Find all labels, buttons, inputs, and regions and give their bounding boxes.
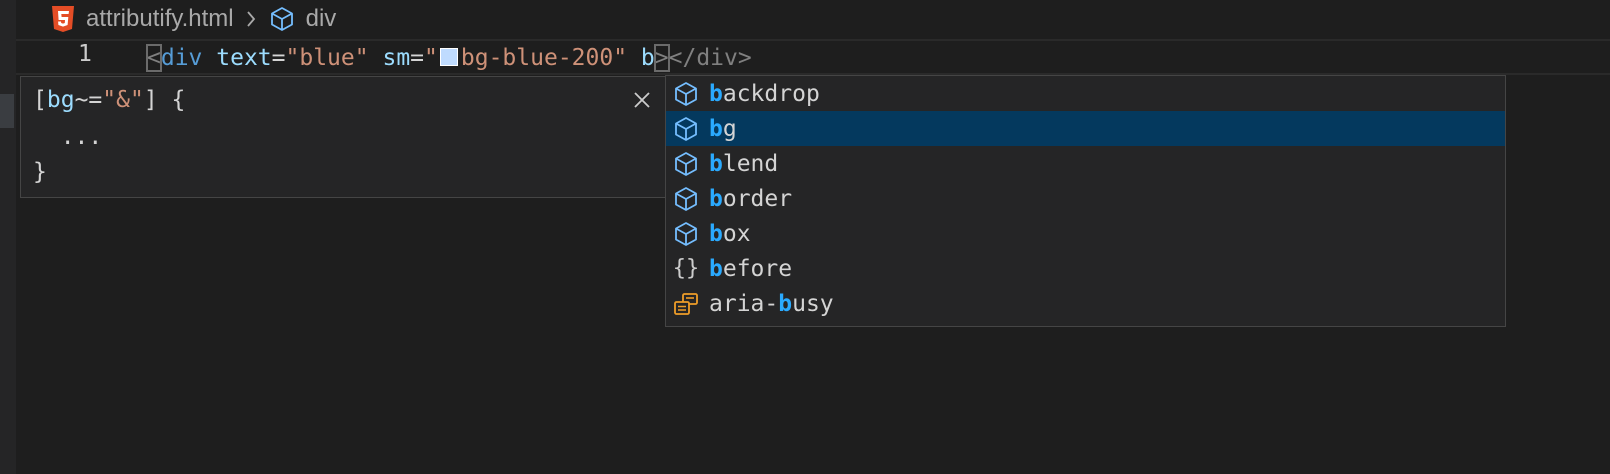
- suggestion-item-box[interactable]: box: [666, 216, 1505, 251]
- suggestion-label: before: [709, 256, 792, 282]
- details-line-1: [bg~="&"] {: [33, 87, 185, 113]
- html5-icon: [52, 6, 74, 32]
- details-attr: bg: [46, 87, 75, 113]
- suggestion-match: b: [709, 220, 723, 247]
- suggestion-item-bg[interactable]: bg: [666, 111, 1505, 146]
- typed-text: b: [640, 45, 655, 71]
- suggestion-rest: lend: [722, 150, 779, 177]
- cube-icon: [672, 220, 700, 248]
- suggestion-label: backdrop: [709, 81, 820, 107]
- details-operator: ~=: [74, 87, 103, 113]
- suggestion-rest: usy: [792, 290, 834, 317]
- equals: =: [271, 45, 286, 71]
- details-value: "&": [102, 87, 144, 113]
- braces-icon: {}: [672, 256, 700, 281]
- suggestion-match: b: [778, 290, 793, 317]
- suggestion-rest: ackdrop: [722, 80, 820, 107]
- activity-strip: [0, 0, 16, 474]
- suggestion-item-blend[interactable]: blend: [666, 146, 1505, 181]
- close-icon[interactable]: [631, 89, 653, 111]
- cube-icon: [672, 185, 700, 213]
- breadcrumb-element[interactable]: div: [306, 5, 337, 33]
- color-swatch[interactable]: [439, 48, 458, 66]
- open-angle-bracket: <: [146, 44, 162, 72]
- suggestion-item-aria-busy[interactable]: aria-busy: [666, 286, 1505, 321]
- attr-value-sm: bg-blue-200": [460, 45, 628, 71]
- suggestion-rest: ox: [722, 220, 751, 247]
- closing-tag: </div>: [668, 45, 752, 71]
- breadcrumb: attributify.html div: [50, 0, 336, 38]
- suggestion-label: border: [709, 186, 792, 212]
- tag-name: div: [160, 45, 203, 71]
- code-line[interactable]: < div text = "blue" sm = " bg-blue-200" b > </di…: [146, 41, 752, 75]
- property-icon: [672, 290, 700, 318]
- suggestion-item-border[interactable]: border: [666, 181, 1505, 216]
- cube-icon: [270, 7, 293, 31]
- suggestion-match: b: [709, 185, 723, 212]
- details-line-2: ...: [33, 124, 103, 150]
- suggestion-rest: order: [722, 185, 793, 212]
- suggestion-label: blend: [709, 151, 778, 177]
- cube-icon: [672, 80, 700, 108]
- details-bracket-open: [: [33, 87, 47, 113]
- suggestion-label: aria-busy: [709, 291, 834, 317]
- breadcrumb-file[interactable]: attributify.html: [86, 5, 234, 33]
- attr-value-quote: ": [424, 45, 438, 71]
- suggestion-item-backdrop[interactable]: backdrop: [666, 76, 1505, 111]
- suggestion-match: b: [709, 80, 723, 107]
- suggestion-match: b: [709, 115, 723, 142]
- suggestion-item-before[interactable]: {} before: [666, 251, 1505, 286]
- suggestion-match: b: [709, 255, 723, 282]
- suggestion-rest: efore: [722, 255, 793, 282]
- details-line-3: }: [33, 159, 47, 185]
- cube-icon: [672, 115, 700, 143]
- suggestion-label: bg: [709, 116, 737, 142]
- scroll-marker: [0, 94, 14, 128]
- close-angle-bracket: >: [653, 44, 670, 72]
- suggestion-details-panel: [bg~="&"] { ... }: [20, 76, 666, 198]
- suggestion-rest: g: [722, 115, 737, 142]
- equals: =: [410, 45, 425, 71]
- suggestion-list: backdrop bg blend border box {} before a…: [665, 75, 1506, 327]
- details-rest: ] {: [143, 87, 186, 113]
- chevron-right-icon: [246, 11, 255, 27]
- suggestion-match: b: [709, 150, 723, 177]
- suggestion-prefix: aria-: [709, 290, 779, 317]
- suggestion-label: box: [709, 221, 751, 247]
- attr-name-sm: sm: [382, 45, 411, 71]
- attr-value-blue: "blue": [285, 45, 369, 71]
- line-number: 1: [78, 41, 92, 67]
- cube-icon: [672, 150, 700, 178]
- attr-name-text: text: [216, 45, 272, 71]
